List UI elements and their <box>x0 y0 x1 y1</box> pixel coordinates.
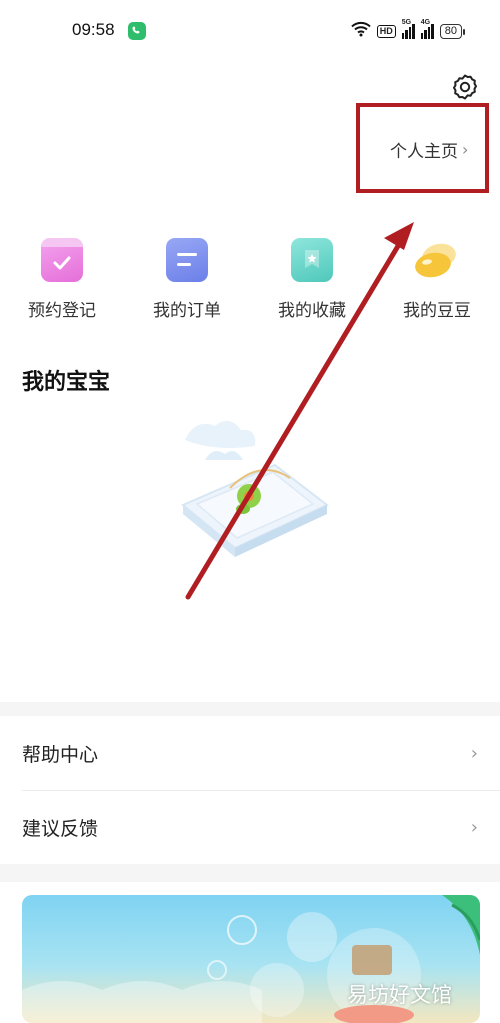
section-divider <box>0 702 500 716</box>
status-time: 09:58 <box>72 20 115 39</box>
menu-item-help-center[interactable]: 帮助中心 › <box>0 716 500 790</box>
status-icons: HD 5G 4G 80 <box>351 19 466 42</box>
quick-action-favorites[interactable]: 我的收藏 <box>262 238 362 321</box>
annotation-highlight-box <box>356 103 489 193</box>
gear-icon[interactable] <box>450 72 480 102</box>
quick-action-label: 预约登记 <box>28 301 96 321</box>
quick-action-beans[interactable]: 我的豆豆 <box>387 238 487 321</box>
bean-icon <box>415 238 458 282</box>
watermark-text: 易坊好文馆 <box>347 983 452 1007</box>
section-divider <box>0 864 500 882</box>
quick-action-label: 我的订单 <box>153 301 221 321</box>
wifi-icon <box>351 21 371 41</box>
chevron-right-icon: › <box>470 742 478 764</box>
signal-5g-icon: 5G <box>401 19 415 39</box>
section-title-my-baby: 我的宝宝 <box>22 370 111 395</box>
order-list-icon <box>166 238 208 282</box>
phone-call-icon <box>128 22 146 40</box>
hd-voice-icon: HD <box>376 24 396 38</box>
empty-baby-illustration <box>175 410 335 580</box>
quick-action-orders[interactable]: 我的订单 <box>137 238 237 321</box>
menu-item-feedback[interactable]: 建议反馈 › <box>0 790 500 864</box>
quick-action-label: 我的豆豆 <box>403 301 471 321</box>
star-bookmark-icon <box>291 238 333 282</box>
menu-item-label: 帮助中心 <box>22 743 99 766</box>
signal-4g-icon: 4G <box>420 19 434 39</box>
promo-banner[interactable]: 易坊好文馆 <box>22 895 480 1023</box>
quick-action-appointment[interactable]: 预约登记 <box>12 238 112 321</box>
battery-icon: 80 <box>439 23 466 39</box>
calendar-check-icon <box>41 238 83 282</box>
chevron-right-icon: › <box>470 816 478 838</box>
quick-action-label: 我的收藏 <box>278 301 346 321</box>
menu-item-label: 建议反馈 <box>22 817 99 840</box>
